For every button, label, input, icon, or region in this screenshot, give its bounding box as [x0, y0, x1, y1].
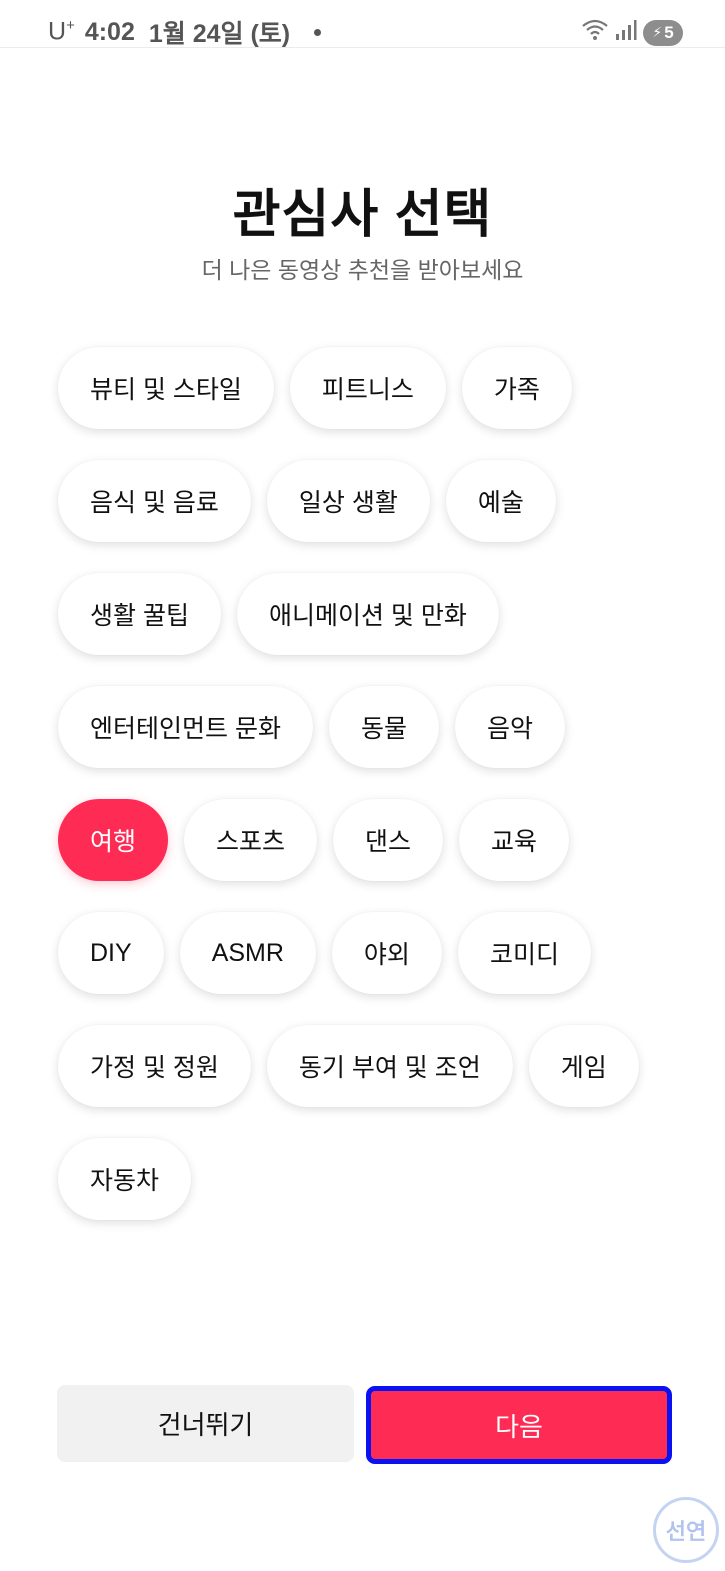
- notification-dot-icon: [314, 28, 322, 36]
- interest-chip[interactable]: DIY: [58, 912, 164, 994]
- interest-chip-row: 음식 및 음료 일상 생활 예술: [58, 460, 678, 544]
- interest-chip-row: 가정 및 정원 동기 부여 및 조언 게임: [58, 1025, 678, 1109]
- status-bar: U+ 4:02 1월 24일 (토) ⚡ 5: [0, 0, 725, 48]
- battery-level: 5: [664, 22, 674, 42]
- interest-chip[interactable]: 가정 및 정원: [58, 1025, 251, 1107]
- interest-chip[interactable]: 게임: [528, 1025, 639, 1107]
- interest-chip[interactable]: 가족: [461, 347, 572, 429]
- next-button[interactable]: 다음: [366, 1386, 672, 1464]
- watermark-seal: 선연: [653, 1497, 719, 1563]
- interest-chip-row: 뷰티 및 스타일 피트니스 가족: [58, 347, 678, 431]
- interest-chip[interactable]: ASMR: [179, 912, 316, 994]
- interest-chip[interactable]: 생활 꿀팁: [58, 573, 221, 655]
- interest-chip[interactable]: 애니메이션 및 만화: [236, 573, 499, 655]
- interest-chip[interactable]: 일상 생활: [266, 460, 430, 542]
- interest-chip[interactable]: 피트니스: [289, 347, 446, 429]
- battery-charging-icon: ⚡ 5: [643, 19, 683, 46]
- page-subtitle: 더 나은 동영상 추천을 받아보세요: [201, 257, 524, 283]
- page-title: 관심사 선택: [232, 186, 493, 244]
- interest-chip-row: 여행 스포츠 댄스 교육: [58, 799, 678, 883]
- status-time: 4:02: [84, 17, 135, 46]
- status-left: U+ 4:02 1월 24일 (토): [48, 16, 322, 48]
- interest-chip[interactable]: 댄스: [333, 799, 444, 881]
- interest-chip[interactable]: 코미디: [457, 912, 591, 994]
- interest-chip-row: 자동차: [58, 1138, 678, 1222]
- interest-chip[interactable]: 음악: [454, 686, 565, 768]
- interest-chip[interactable]: 자동차: [58, 1138, 192, 1220]
- interest-chip[interactable]: 야외: [331, 912, 442, 994]
- signal-icon: [615, 19, 637, 46]
- interest-chip[interactable]: 스포츠: [184, 799, 318, 881]
- interest-chip[interactable]: 뷰티 및 스타일: [58, 347, 274, 429]
- skip-button[interactable]: 건너뛰기: [57, 1385, 354, 1462]
- wifi-icon: [581, 18, 609, 47]
- interest-chip[interactable]: 동기 부여 및 조언: [266, 1025, 513, 1107]
- interest-chip-row: DIY ASMR 야외 코미디: [58, 912, 678, 996]
- interest-chip[interactable]: 동물: [328, 686, 439, 768]
- interest-chip[interactable]: 음식 및 음료: [58, 460, 251, 542]
- status-date: 1월 24일 (토): [148, 20, 291, 48]
- interest-chip-selected[interactable]: 여행: [58, 799, 169, 881]
- interest-chip-row: 엔터테인먼트 문화 동물 음악: [58, 686, 678, 770]
- interest-chip-list: 뷰티 및 스타일 피트니스 가족음식 및 음료 일상 생활 예술생활 꿀팁 애니메이션 및…: [58, 347, 678, 1251]
- interest-chip[interactable]: 교육: [459, 799, 570, 881]
- interest-chip-row: 생활 꿀팁 애니메이션 및 만화: [58, 573, 678, 657]
- interest-chip[interactable]: 엔터테인먼트 문화: [58, 686, 313, 768]
- carrier-label: U+: [48, 17, 75, 46]
- status-right: ⚡ 5: [581, 18, 683, 47]
- interest-chip[interactable]: 예술: [445, 460, 556, 542]
